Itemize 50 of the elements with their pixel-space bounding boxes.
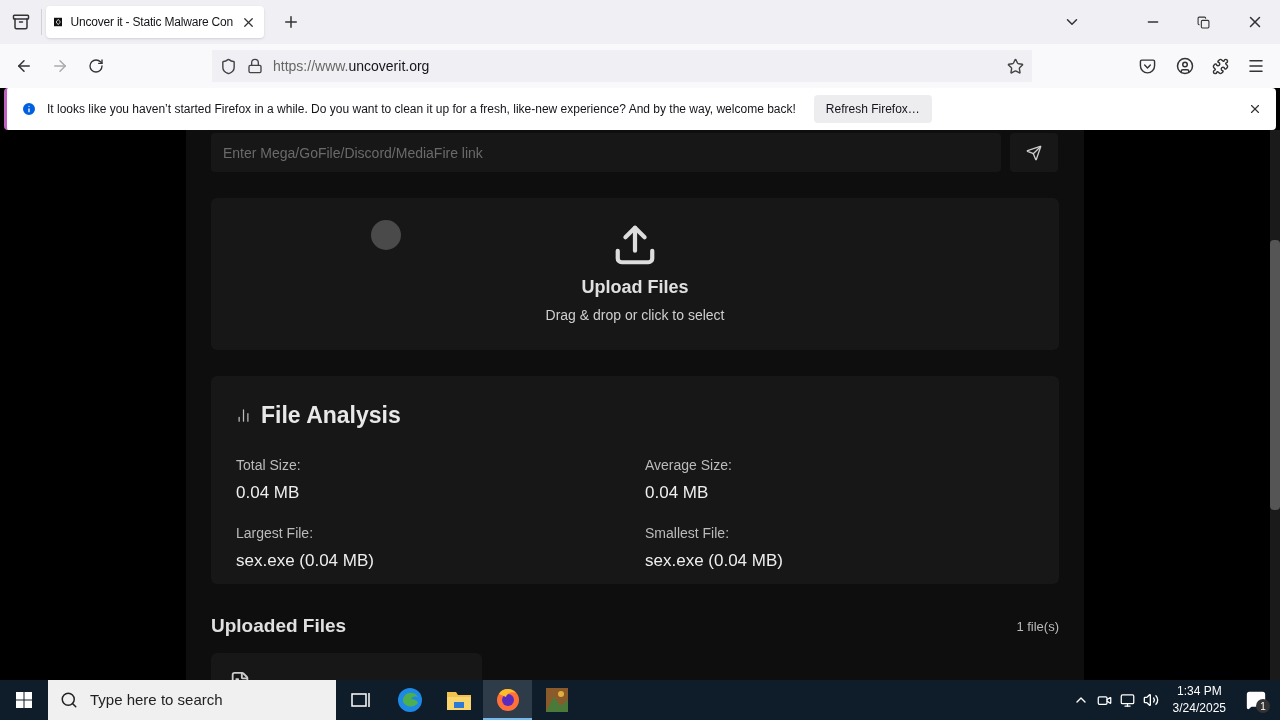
send-icon (1026, 144, 1042, 161)
stat-value: 0.04 MB (645, 481, 710, 504)
account-icon[interactable] (1176, 57, 1194, 75)
uploaded-files-heading: Uploaded Files (211, 614, 347, 638)
folder-icon (445, 689, 472, 711)
stat-label: Average Size: (645, 455, 733, 475)
analysis-title: File Analysis (261, 401, 401, 430)
stat-value: sex.exe (0.04 MB) (645, 550, 784, 572)
upload-subtitle: Drag & drop or click to select (545, 306, 725, 325)
volume-icon[interactable] (1142, 692, 1159, 708)
scrollbar[interactable] (1270, 130, 1280, 680)
stat-value: 0.04 MB (236, 481, 301, 504)
browser-tab[interactable]: Uncover it - Static Malware Con (46, 6, 264, 38)
taskbar-search-field[interactable]: Type here to search (48, 680, 336, 720)
clock[interactable]: 1:34 PM 3/24/2025 (1168, 683, 1230, 717)
stat-label: Total Size: (236, 455, 302, 475)
taskbar-app[interactable] (483, 680, 532, 720)
address-bar[interactable]: https://www.uncoverit.org (212, 50, 1032, 82)
url-text: https://www.uncoverit.org (273, 56, 430, 76)
close-notification-icon[interactable] (1248, 102, 1262, 116)
tab-title: Uncover it - Static Malware Con (70, 14, 233, 31)
edge-icon (396, 687, 423, 713)
stat-label: Smallest File: (645, 524, 731, 543)
menu-icon[interactable] (1247, 57, 1265, 75)
info-icon (21, 101, 37, 117)
notification-count: 1 (1256, 699, 1270, 713)
windows-start-icon[interactable] (16, 692, 32, 708)
shield-icon (220, 57, 237, 75)
restore-icon[interactable] (1197, 15, 1210, 29)
task-view-icon (350, 691, 371, 709)
notification-message: It looks like you haven’t started Firefox in a while. Do you want to clean it up for a fresh, like-new experience? And by the way, welcome back! (47, 101, 796, 118)
firefox-icon (494, 686, 521, 712)
reload-icon[interactable] (88, 58, 104, 74)
send-button[interactable] (1010, 133, 1058, 172)
refresh-firefox-button[interactable]: Refresh Firefox… (813, 95, 932, 123)
stat-label: Largest File: (236, 524, 315, 543)
search-icon (60, 691, 78, 709)
back-icon[interactable] (15, 57, 33, 75)
chart-icon (236, 407, 251, 423)
file-count: 1 file(s) (1016, 617, 1059, 636)
upload-dropzone[interactable]: Upload Files Drag & drop or click to select (211, 198, 1059, 350)
pocket-icon[interactable] (1139, 57, 1156, 75)
upload-title: Upload Files (581, 276, 689, 299)
network-icon[interactable] (1119, 692, 1135, 708)
bookmark-star-icon[interactable] (1007, 57, 1024, 75)
lock-icon (247, 58, 263, 74)
extensions-icon[interactable] (1212, 57, 1229, 75)
stat-value: sex.exe (0.04 MB) (236, 550, 375, 572)
link-input-field[interactable]: Enter Mega/GoFile/Discord/MediaFire link (211, 133, 1001, 172)
new-tab-icon[interactable] (282, 13, 300, 31)
